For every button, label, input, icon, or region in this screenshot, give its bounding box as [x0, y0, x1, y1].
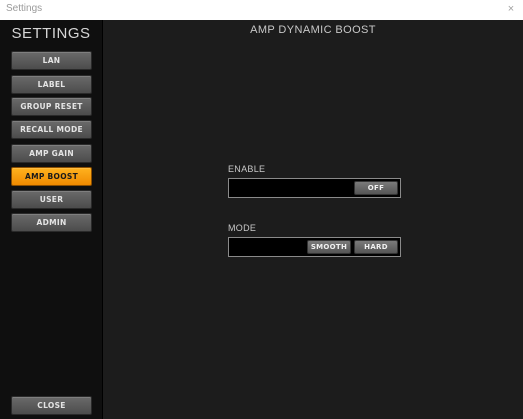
title-bar: Settings × — [0, 0, 523, 20]
sidebar-item-amp-gain[interactable]: AMP GAIN — [11, 144, 92, 163]
sidebar-item-lan[interactable]: LAN — [11, 51, 92, 70]
enable-field: OFF — [228, 178, 401, 198]
sidebar-item-group-reset[interactable]: GROUP RESET — [11, 97, 92, 116]
main-panel: AMP DYNAMIC BOOST ENABLE OFF MODE SMOOTH… — [103, 20, 523, 419]
mode-field: SMOOTH HARD — [228, 237, 401, 257]
sidebar-item-label[interactable]: LABEL — [11, 75, 92, 94]
sidebar-heading: SETTINGS — [11, 25, 91, 42]
mode-label: MODE — [228, 223, 257, 233]
sidebar-item-admin[interactable]: ADMIN — [11, 213, 92, 232]
enable-label: ENABLE — [228, 164, 266, 174]
mode-hard-button[interactable]: HARD — [354, 240, 398, 254]
sidebar: SETTINGS LAN LABEL GROUP RESET RECALL MO… — [0, 20, 103, 419]
close-icon[interactable]: × — [505, 2, 517, 16]
sidebar-item-amp-boost[interactable]: AMP BOOST — [11, 167, 92, 186]
close-button[interactable]: CLOSE — [11, 396, 92, 415]
settings-window: Settings × SETTINGS LAN LABEL GROUP RESE… — [0, 0, 523, 419]
mode-smooth-button[interactable]: SMOOTH — [307, 240, 351, 254]
enable-off-button[interactable]: OFF — [354, 181, 398, 195]
window-title: Settings — [6, 3, 43, 14]
page-title: AMP DYNAMIC BOOST — [250, 24, 376, 36]
sidebar-item-user[interactable]: USER — [11, 190, 92, 209]
sidebar-item-recall-mode[interactable]: RECALL MODE — [11, 120, 92, 139]
